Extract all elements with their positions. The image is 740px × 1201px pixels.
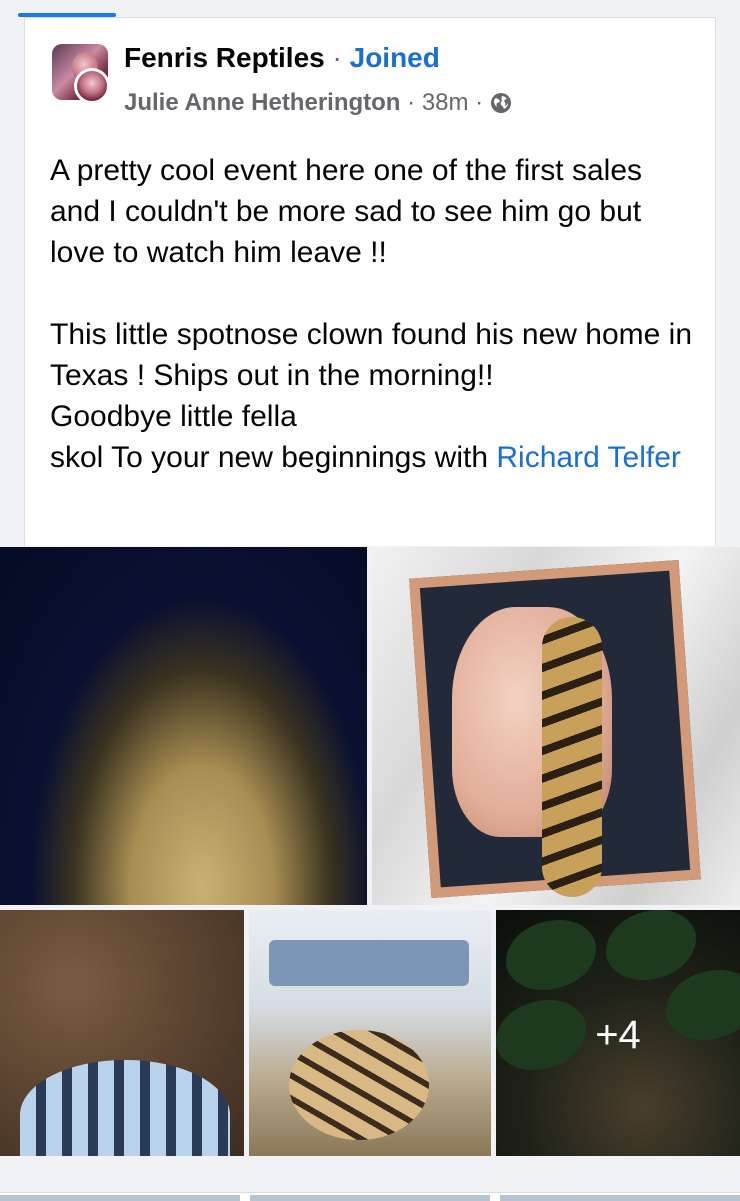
mention-link[interactable]: Richard Telfer [496, 441, 681, 474]
group-name-link[interactable]: Fenris Reptiles [124, 42, 325, 73]
user-avatar[interactable] [74, 68, 110, 104]
post-meta: Julie Anne Hetherington · 38m · [124, 88, 513, 118]
photo-snake-on-soil[interactable] [0, 910, 244, 1156]
photo-container-lid [269, 940, 469, 986]
globe-icon[interactable] [489, 91, 513, 115]
photo-snake [289, 1030, 429, 1140]
post-timestamp[interactable]: 38m [422, 89, 469, 117]
joined-label[interactable]: Joined [350, 42, 440, 73]
post-paragraph: This little spotnose clown found his new… [50, 314, 700, 478]
avatar[interactable] [52, 44, 112, 104]
header-separator: · [332, 42, 342, 73]
photo-snake [542, 617, 602, 897]
photo-snake-in-hand[interactable] [372, 547, 740, 905]
time-separator: · [407, 89, 416, 116]
post-line: skol To your new beginnings with [50, 441, 497, 474]
post-body: A pretty cool event here one of the firs… [50, 150, 700, 478]
photo-snake-head[interactable] [249, 910, 491, 1156]
photo-snake [20, 1060, 230, 1156]
time-separator-2: · [475, 89, 484, 116]
author-name-link[interactable]: Julie Anne Hetherington [124, 89, 400, 117]
post-header: Fenris Reptiles · Joined [124, 42, 440, 78]
post-line: This little spotnose clown found his new… [50, 318, 693, 392]
post-paragraph: A pretty cool event here one of the firs… [50, 154, 643, 269]
more-photos-count[interactable]: +4 [496, 1010, 740, 1060]
post-line: Goodbye little fella [50, 400, 297, 433]
photo-snake-curled[interactable] [0, 547, 367, 905]
photo-more[interactable]: +4 [496, 910, 740, 1156]
